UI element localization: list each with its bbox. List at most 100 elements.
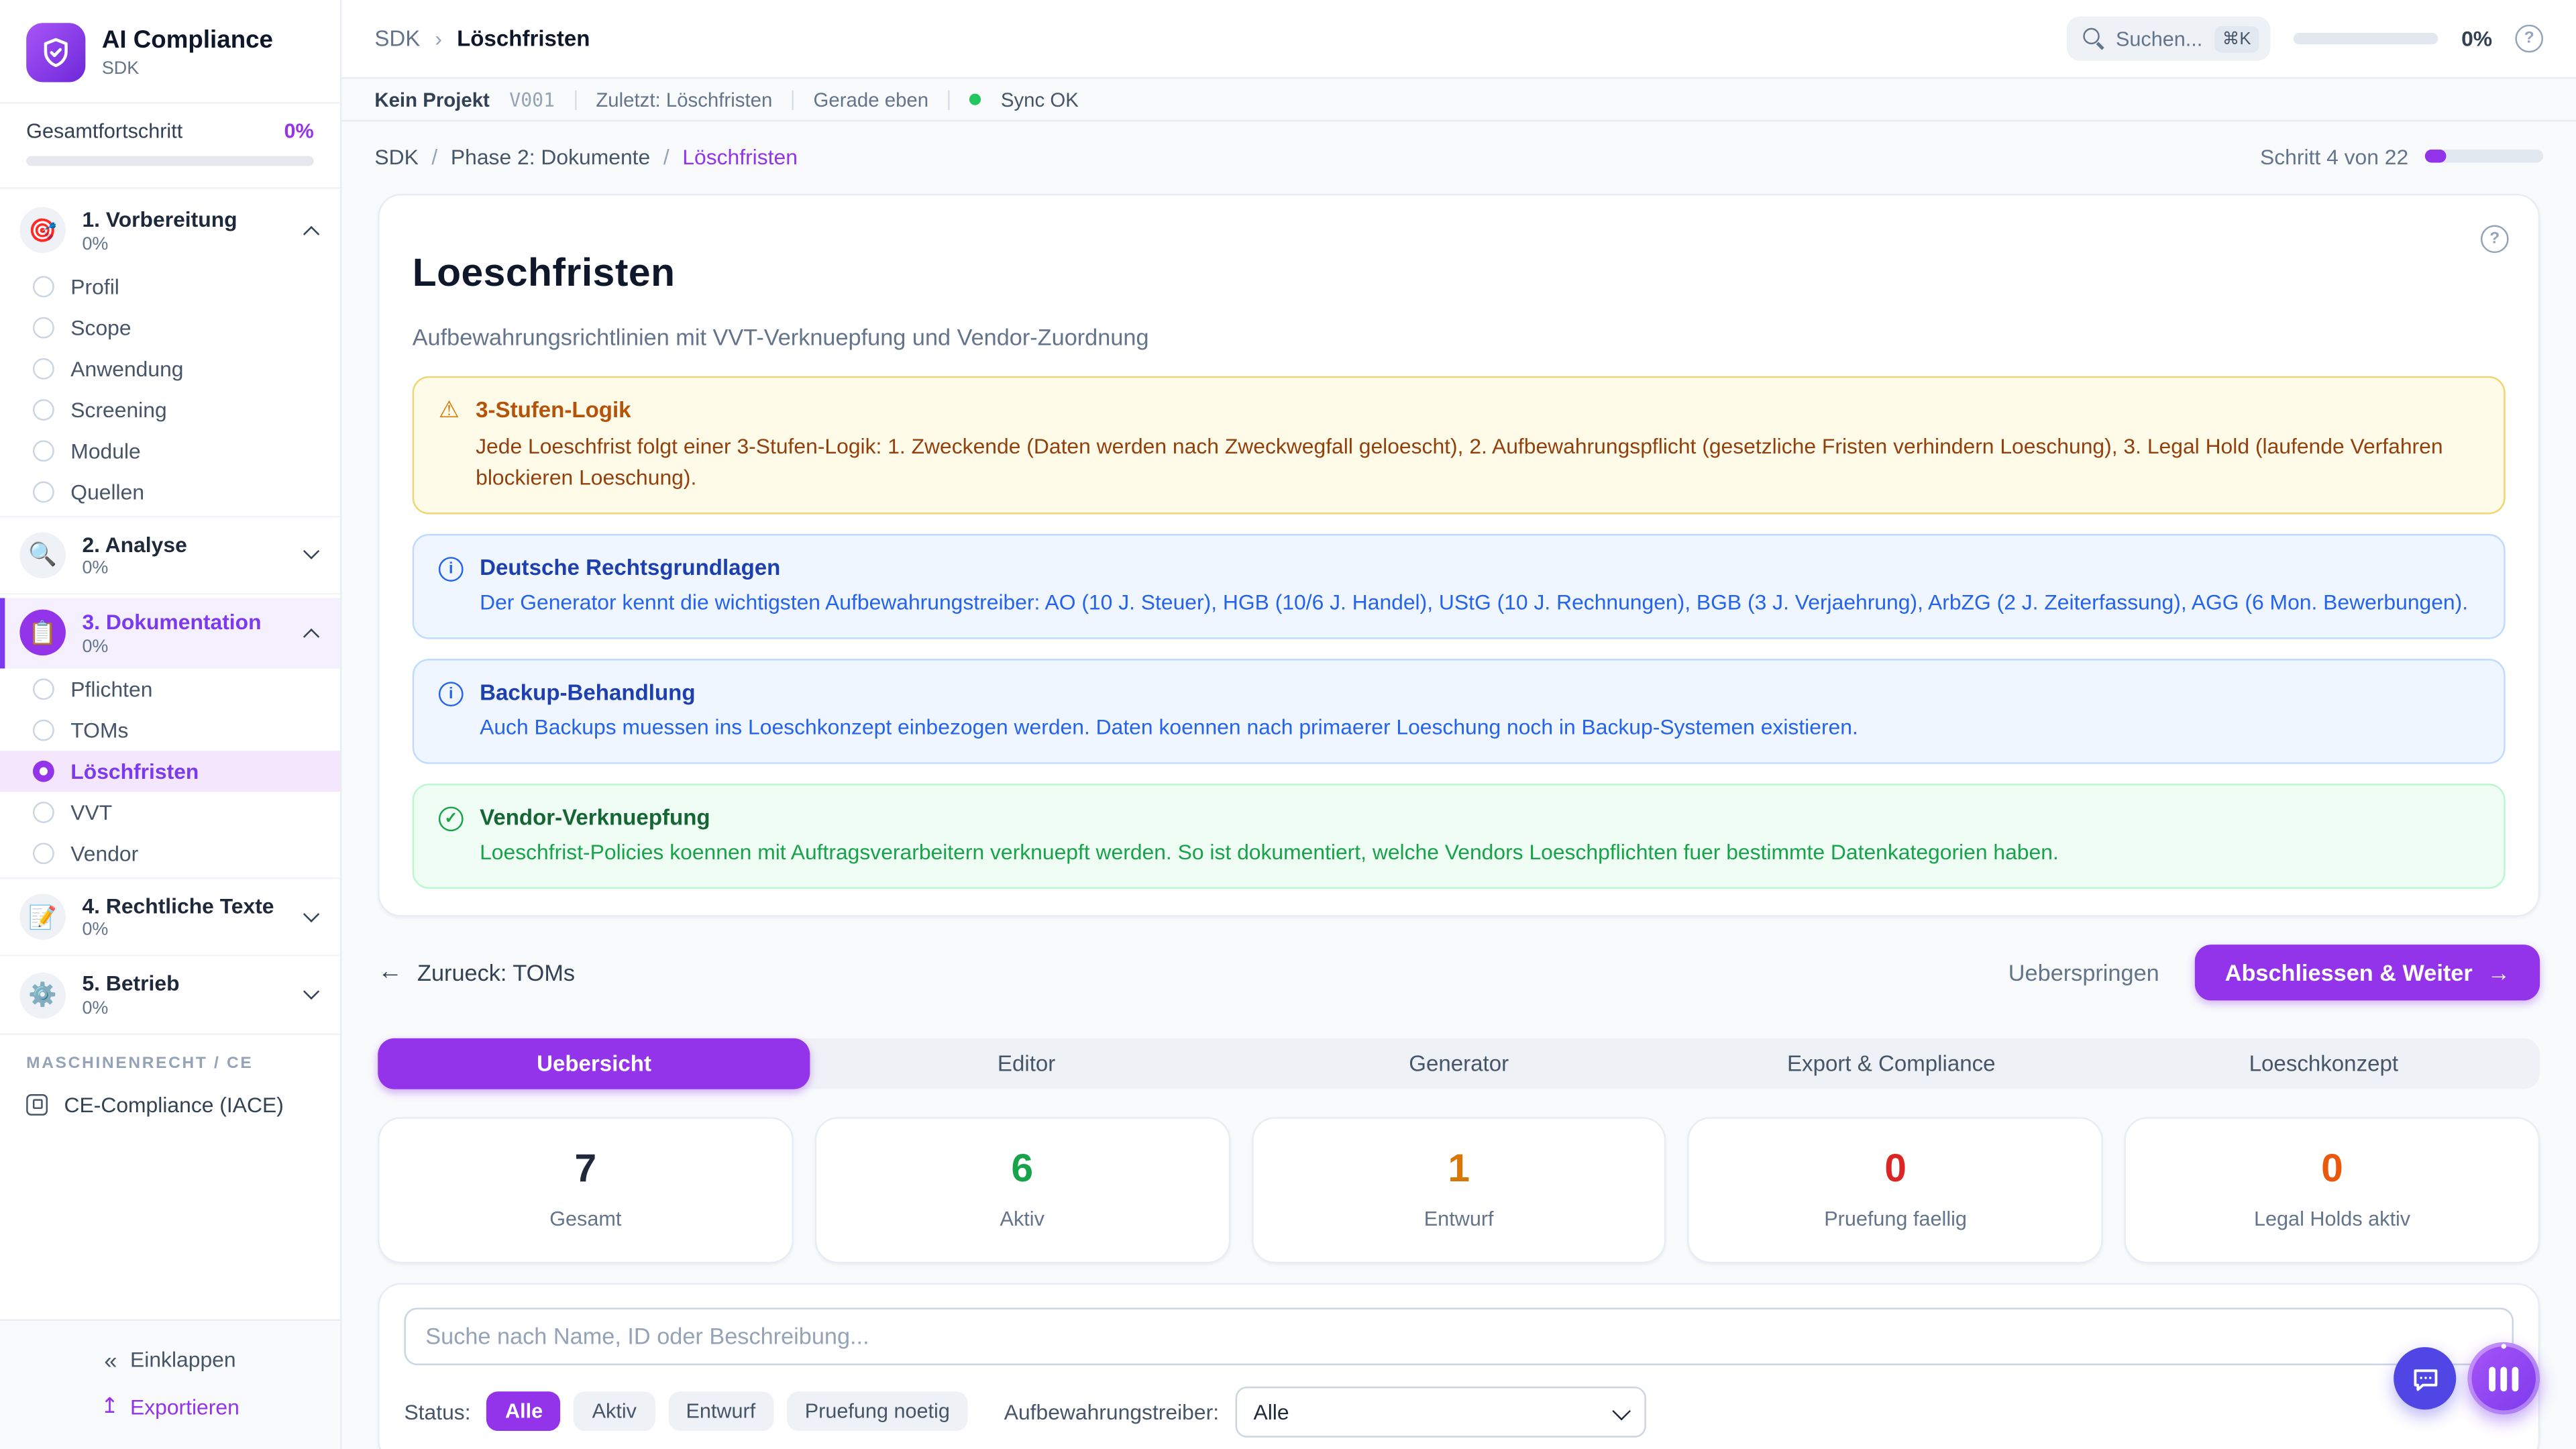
radio-circle-icon (33, 481, 54, 502)
help-icon[interactable]: ? (2481, 225, 2509, 254)
radio-circle-icon (33, 317, 54, 338)
sidebar-item-toms[interactable]: TOMs (0, 709, 340, 750)
status-pill-pruefung-noetig[interactable]: Pruefung noetig (787, 1392, 968, 1432)
stat-value: 0 (2126, 1146, 2538, 1193)
alert-info-rechtsgrundlagen: i Deutsche Rechtsgrundlagen Der Generato… (413, 533, 2506, 639)
chevron-up-icon (303, 629, 319, 645)
alert-text: Der Generator kennt die wichtigsten Aufb… (480, 587, 2468, 619)
stat-card-aktiv: 6 Aktiv (814, 1117, 1230, 1263)
skip-button[interactable]: Ueberspringen (2008, 959, 2159, 985)
stat-card-legal-holds: 0 Legal Holds aktiv (2125, 1117, 2540, 1263)
cpu-chip-icon (26, 1094, 48, 1116)
help-icon[interactable]: ? (2515, 25, 2543, 53)
tab-editor[interactable]: Editor (810, 1038, 1243, 1089)
alert-text: Auch Backups muessen ins Loeschkonzept e… (480, 712, 1858, 744)
panels-toggle-button[interactable] (2467, 1342, 2540, 1415)
tab-generator[interactable]: Generator (1242, 1038, 1675, 1089)
tab-loeschkonzept[interactable]: Loeschkonzept (2108, 1038, 2540, 1089)
section-title: 4. Rechtliche Texte (82, 894, 274, 919)
back-button[interactable]: ← Zurueck: TOMs (378, 959, 575, 987)
stat-label: Aktiv (816, 1208, 1228, 1230)
sidebar-item-screening[interactable]: Screening (0, 388, 340, 429)
crumb-sdk[interactable]: SDK (374, 144, 418, 168)
page-breadcrumb: SDK / Phase 2: Dokumente / Löschfristen (374, 144, 798, 168)
warning-triangle-icon: ⚠ (439, 396, 460, 424)
tab-bar: Uebersicht Editor Generator Export & Com… (378, 1038, 2540, 1089)
step-progress-fill (2425, 150, 2447, 163)
filter-row: Status: Alle Aktiv Entwurf Pruefung noet… (404, 1387, 2513, 1438)
page-title: Loeschfristen (413, 252, 2506, 298)
driver-filter-label: Aufbewahrungstreiber: (1004, 1399, 1219, 1424)
sidebar-item-vendor[interactable]: Vendor (0, 833, 340, 873)
check-circle-icon: ✓ (439, 806, 464, 831)
alert-success-vendor: ✓ Vendor-Verknuepfung Loeschfrist-Polici… (413, 784, 2506, 889)
collapse-sidebar-button[interactable]: « Einklappen (0, 1336, 340, 1383)
sync-status-label: Sync OK (1001, 88, 1079, 111)
last-saved-time: Gerade eben (814, 88, 929, 111)
sidebar-section-analyse[interactable]: 🔍 2. Analyse 0% (0, 520, 340, 590)
sidebar-item-anwendung[interactable]: Anwendung (0, 347, 340, 388)
stat-value: 1 (1253, 1146, 1665, 1193)
section-percent: 0% (82, 234, 237, 254)
header-card: Loeschfristen Aufbewahrungsrichtlinien m… (378, 194, 2540, 916)
sidebar-item-vvt[interactable]: VVT (0, 792, 340, 833)
sidebar-item-module[interactable]: Module (0, 430, 340, 471)
topbar: SDK › Löschfristen Suchen... ⌘K 0% ? (341, 0, 2576, 79)
sidebar-section-dokumentation[interactable]: 📋 3. Dokumentation 0% (0, 598, 340, 668)
driver-select-wrap: Alle (1236, 1387, 1646, 1438)
status-pill-aktiv[interactable]: Aktiv (574, 1392, 655, 1432)
arrow-left-icon: ← (378, 959, 402, 987)
brand: AI Compliance SDK (0, 0, 340, 102)
chevron-down-icon (303, 543, 319, 559)
sidebar-section-betrieb[interactable]: ⚙️ 5. Betrieb 0% (0, 960, 340, 1030)
tab-uebersicht[interactable]: Uebersicht (378, 1038, 810, 1089)
section-title: 1. Vorbereitung (82, 207, 237, 233)
status-filter-label: Status: (404, 1399, 470, 1424)
sidebar-item-profil[interactable]: Profil (0, 266, 340, 307)
page-subtitle: Aufbewahrungsrichtlinien mit VVT-Verknue… (413, 324, 2506, 350)
breadcrumb: SDK › Löschfristen (374, 26, 590, 51)
stat-label: Entwurf (1253, 1208, 1665, 1230)
policy-search-input[interactable] (404, 1307, 2513, 1365)
floating-buttons (2394, 1342, 2540, 1415)
sidebar-item-scope[interactable]: Scope (0, 307, 340, 347)
crumb-current: Löschfristen (682, 144, 798, 168)
keyboard-shortcut-badge: ⌘K (2214, 25, 2259, 52)
export-button[interactable]: ↥ Exportieren (0, 1383, 340, 1430)
sidebar-item-loeschfristen[interactable]: Löschfristen (0, 751, 340, 792)
stat-value: 6 (816, 1146, 1228, 1193)
status-pill-alle[interactable]: Alle (487, 1392, 561, 1432)
page-content: Loeschfristen Aufbewahrungsrichtlinien m… (341, 191, 2576, 1449)
page-breadcrumb-bar: SDK / Phase 2: Dokumente / Löschfristen … (341, 121, 2576, 191)
radio-circle-icon (33, 275, 54, 297)
driver-select[interactable]: Alle (1236, 1387, 1646, 1438)
chevron-up-icon (303, 225, 319, 241)
sidebar-section-rechtliche-texte[interactable]: 📝 4. Rechtliche Texte 0% (0, 882, 340, 952)
info-boxes: ⚠ 3-Stufen-Logik Jede Loeschfrist folgt … (413, 376, 2506, 888)
global-search-button[interactable]: Suchen... ⌘K (2066, 16, 2271, 60)
header-progress-value: 0% (2461, 26, 2492, 51)
status-bar: Kein Projekt V001 Zuletzt: Löschfristen … (341, 79, 2576, 122)
sidebar-item-quellen[interactable]: Quellen (0, 471, 340, 512)
radio-circle-icon (33, 802, 54, 823)
complete-next-button[interactable]: Abschliessen & Weiter → (2196, 945, 2540, 1000)
tab-export-compliance[interactable]: Export & Compliance (1675, 1038, 2108, 1089)
status-pill-entwurf[interactable]: Entwurf (668, 1392, 774, 1432)
breadcrumb-root[interactable]: SDK (374, 26, 420, 51)
search-icon (2083, 28, 2104, 50)
crumb-phase[interactable]: Phase 2: Dokumente (451, 144, 650, 168)
columns-icon (2489, 1366, 2496, 1391)
stat-card-pruefung: 0 Pruefung faellig (1688, 1117, 2103, 1263)
sidebar-item-ce-compliance[interactable]: CE-Compliance (IACE) (0, 1081, 340, 1128)
step-indicator: Schritt 4 von 22 (2260, 144, 2408, 168)
radio-selected-icon (33, 760, 54, 782)
stat-label: Pruefung faellig (1690, 1208, 2102, 1230)
sidebar-item-pflichten[interactable]: Pflichten (0, 668, 340, 709)
info-circle-icon: i (439, 682, 464, 706)
sidebar-section-vorbereitung[interactable]: 🎯 1. Vorbereitung 0% (0, 195, 340, 265)
chat-assistant-button[interactable] (2394, 1347, 2456, 1409)
divider (792, 89, 794, 109)
overall-progress-label: Gesamtfortschritt (26, 120, 182, 143)
double-chevron-left-icon: « (104, 1348, 117, 1371)
chevron-down-icon (303, 983, 319, 1000)
